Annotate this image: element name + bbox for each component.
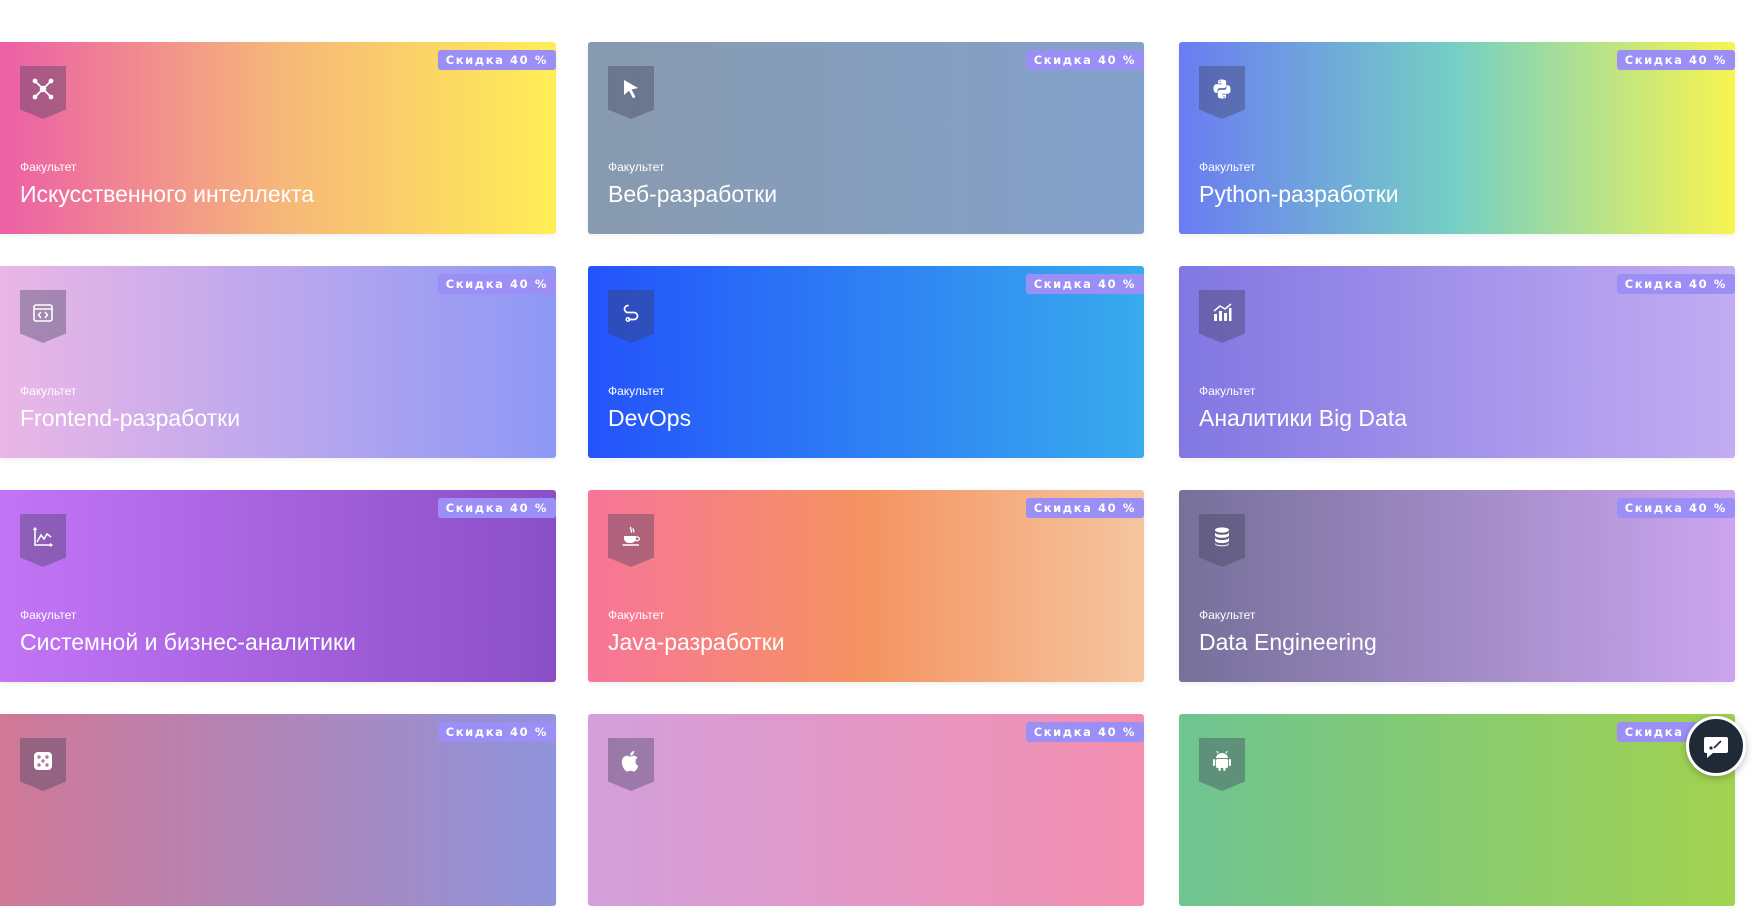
discount-badge: Скидка 40 %	[1025, 50, 1144, 70]
faculty-caption: Факультет	[20, 384, 77, 398]
faculty-title: Аналитики Big Data	[1199, 405, 1407, 431]
faculty-card-bigdata[interactable]: Скидка 40 % Факультет Аналитики Big Data	[1179, 266, 1735, 458]
faculty-icon-tag	[1199, 290, 1245, 343]
discount-badge: Скидка 40 %	[1616, 498, 1735, 518]
faculty-card-devops[interactable]: Скидка 40 % Факультет DevOps	[588, 266, 1144, 458]
faculty-title: Data Engineering	[1199, 629, 1377, 655]
faculty-icon-tag	[1199, 738, 1245, 791]
faculty-icon-tag	[608, 290, 654, 343]
line-chart-icon	[32, 526, 54, 548]
faculty-title: Системной и бизнес-аналитики	[20, 629, 356, 655]
faculty-caption: Факультет	[608, 160, 665, 174]
faculty-card-business-analytics[interactable]: Скидка 40 % Факультет Системной и бизнес…	[0, 490, 556, 682]
faculty-caption: Факультет	[608, 608, 665, 622]
faculty-title: Python-разработки	[1199, 181, 1399, 207]
faculty-card-ios[interactable]: Скидка 40 %	[588, 714, 1144, 906]
faculty-icon-tag	[608, 738, 654, 791]
discount-badge: Скидка 40 %	[1616, 50, 1735, 70]
python-icon	[1213, 79, 1231, 99]
discount-badge: Скидка 40 %	[1616, 274, 1735, 294]
java-cup-icon	[622, 526, 640, 546]
chat-bubble-icon	[1704, 737, 1728, 758]
bar-chart-icon	[1213, 303, 1232, 321]
faculty-card-frontend[interactable]: Скидка 40 % Факультет Frontend-разработк…	[0, 266, 556, 458]
dice-icon	[34, 752, 52, 770]
faculty-card-python[interactable]: Скидка 40 % Факультет Python-разработки	[1179, 42, 1735, 234]
faculty-icon-tag	[1199, 514, 1245, 567]
faculty-title: DevOps	[608, 405, 692, 431]
faculty-caption: Факультет	[608, 384, 665, 398]
faculty-caption: Факультет	[1199, 608, 1256, 622]
faculty-card-web[interactable]: Скидка 40 % Факультет Веб-разработки	[588, 42, 1144, 234]
apple-icon	[621, 750, 639, 772]
discount-badge: Скидка 40 %	[1025, 274, 1144, 294]
discount-badge: Скидка 40 %	[437, 50, 556, 70]
faculty-icon-tag	[1199, 66, 1245, 119]
neural-network-icon	[32, 78, 54, 100]
discount-badge: Скидка 40 %	[437, 498, 556, 518]
faculty-title: Веб-разработки	[608, 181, 778, 207]
discount-badge: Скидка 40 %	[1025, 722, 1144, 742]
cursor-icon	[624, 80, 638, 99]
faculty-card-java[interactable]: Скидка 40 % Факультет Java-разработки	[588, 490, 1144, 682]
faculty-caption: Факультет	[1199, 384, 1256, 398]
faculty-card-ai[interactable]: Скидка 40 % Факультет Искусственного инт…	[0, 42, 556, 234]
code-window-icon	[33, 304, 53, 322]
discount-badge: Скидка 40 %	[437, 722, 556, 742]
faculty-caption: Факультет	[20, 160, 77, 174]
faculty-icon-tag	[608, 514, 654, 567]
chat-button[interactable]	[1686, 716, 1746, 776]
discount-badge: Скидка 40 %	[1025, 498, 1144, 518]
faculty-icon-tag	[608, 66, 654, 119]
faculty-icon-tag	[20, 66, 66, 119]
faculty-card-android[interactable]: Скидка 40 %	[1179, 714, 1735, 906]
faculty-icon-tag	[20, 290, 66, 343]
faculty-icon-tag	[20, 738, 66, 791]
android-icon	[1213, 750, 1231, 771]
faculty-caption: Факультет	[1199, 160, 1256, 174]
faculty-title: Frontend-разработки	[20, 405, 241, 431]
devops-loop-icon	[623, 304, 639, 323]
faculty-title: Искусственного интеллекта	[20, 181, 315, 207]
faculty-grid: Скидка 40 % Факультет Искусственного инт…	[0, 42, 1753, 906]
faculty-card-data-engineering[interactable]: Скидка 40 % Факультет Data Engineering	[1179, 490, 1735, 682]
database-icon	[1215, 527, 1229, 547]
discount-badge: Скидка 40 %	[437, 274, 556, 294]
faculty-caption: Факультет	[20, 608, 77, 622]
faculty-card-gamedev[interactable]: Скидка 40 %	[0, 714, 556, 906]
faculty-title: Java-разработки	[608, 629, 785, 655]
faculty-icon-tag	[20, 514, 66, 567]
